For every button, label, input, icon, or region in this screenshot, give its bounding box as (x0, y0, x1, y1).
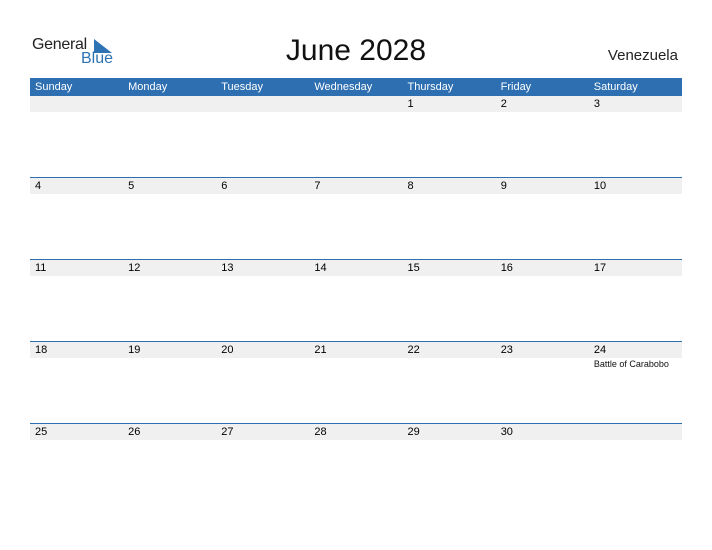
day-cell: 18 (30, 342, 123, 422)
weekday-friday: Friday (500, 81, 532, 93)
day-cell: 28 (309, 424, 402, 504)
day-number: 27 (221, 426, 234, 438)
day-cell: 16 (496, 260, 589, 340)
day-number: 4 (35, 180, 42, 192)
week-row: 4 5 6 7 8 9 10 (30, 177, 682, 259)
weekday-header: Sunday Monday Tuesday Wednesday Thursday Frid… (30, 78, 682, 96)
day-number: 19 (128, 344, 141, 356)
week-row: 18 19 20 21 22 23 24 Battle of Carabobo (30, 341, 682, 423)
day-number: 2 (500, 98, 507, 110)
day-number: 9 (500, 180, 507, 192)
day-number: 26 (128, 426, 141, 438)
day-number: 15 (407, 262, 420, 274)
day-number: 21 (314, 344, 327, 356)
day-number: 8 (407, 180, 414, 192)
weekday-thursday: Thursday (407, 81, 454, 93)
weekday-wednesday: Wednesday (314, 81, 373, 93)
day-cell: 4 (30, 178, 123, 258)
day-number: 6 (221, 180, 228, 192)
day-number: 28 (314, 426, 327, 438)
day-number: 24 (593, 344, 607, 356)
day-cell: 1 (403, 96, 496, 176)
day-cell: 27 (216, 424, 309, 504)
weekday-monday: Monday (128, 81, 168, 93)
page-title: June 2028 (285, 34, 427, 67)
day-number: 13 (221, 262, 234, 274)
day-number: 29 (407, 426, 420, 438)
day-number: 18 (35, 344, 48, 356)
day-number: 20 (221, 344, 234, 356)
calendar-grid: Sunday Monday Tuesday Wednesday Thursday Frid… (30, 78, 682, 505)
day-cell: 15 (403, 260, 496, 340)
day-number: 12 (128, 262, 141, 274)
week-row: 1 2 3 (30, 96, 682, 177)
day-number: 10 (593, 180, 607, 192)
week-row: 11 12 13 14 15 16 17 (30, 259, 682, 341)
day-cell: 6 (216, 178, 309, 258)
day-cell: 14 (309, 260, 402, 340)
day-cell (589, 424, 682, 504)
day-cell (309, 96, 402, 176)
day-cell: 26 (123, 424, 216, 504)
day-cell: 5 (123, 178, 216, 258)
day-cell: 17 (589, 260, 682, 340)
day-cell: 30 (496, 424, 589, 504)
day-number: 23 (500, 344, 513, 356)
day-cell (216, 96, 309, 176)
day-cell: 25 (30, 424, 123, 504)
day-cell: 21 (309, 342, 402, 422)
day-cell: 11 (30, 260, 123, 340)
day-cell: 3 (589, 96, 682, 176)
week-row: 25 26 27 28 29 30 (30, 423, 682, 505)
weekday-sunday: Sunday (35, 81, 73, 93)
day-cell: 12 (123, 260, 216, 340)
weekday-tuesday: Tuesday (221, 81, 264, 93)
day-cell: 8 (403, 178, 496, 258)
day-cell: 20 (216, 342, 309, 422)
day-cell: 10 (589, 178, 682, 258)
day-number: 30 (500, 426, 513, 438)
day-cell: 19 (123, 342, 216, 422)
day-cell: 22 (403, 342, 496, 422)
day-cell: 24 Battle of Carabobo (589, 342, 682, 422)
day-cell: 9 (496, 178, 589, 258)
holiday-event: Battle of Carabobo (593, 359, 669, 369)
day-cell (123, 96, 216, 176)
day-cell (30, 96, 123, 176)
day-number: 11 (35, 262, 47, 274)
day-number: 14 (314, 262, 327, 274)
day-number: 1 (407, 98, 414, 110)
day-number: 5 (128, 180, 135, 192)
day-number: 3 (593, 98, 600, 110)
day-cell: 2 (496, 96, 589, 176)
country-label: Venezuela (607, 47, 678, 64)
day-cell: 29 (403, 424, 496, 504)
day-number: 17 (593, 262, 607, 274)
day-number: 7 (314, 180, 321, 192)
day-number: 16 (500, 262, 513, 274)
day-cell: 23 (496, 342, 589, 422)
day-cell: 13 (216, 260, 309, 340)
day-cell: 7 (309, 178, 402, 258)
day-number: 22 (407, 344, 420, 356)
weekday-saturday: Saturday (593, 81, 638, 93)
day-number: 25 (35, 426, 48, 438)
